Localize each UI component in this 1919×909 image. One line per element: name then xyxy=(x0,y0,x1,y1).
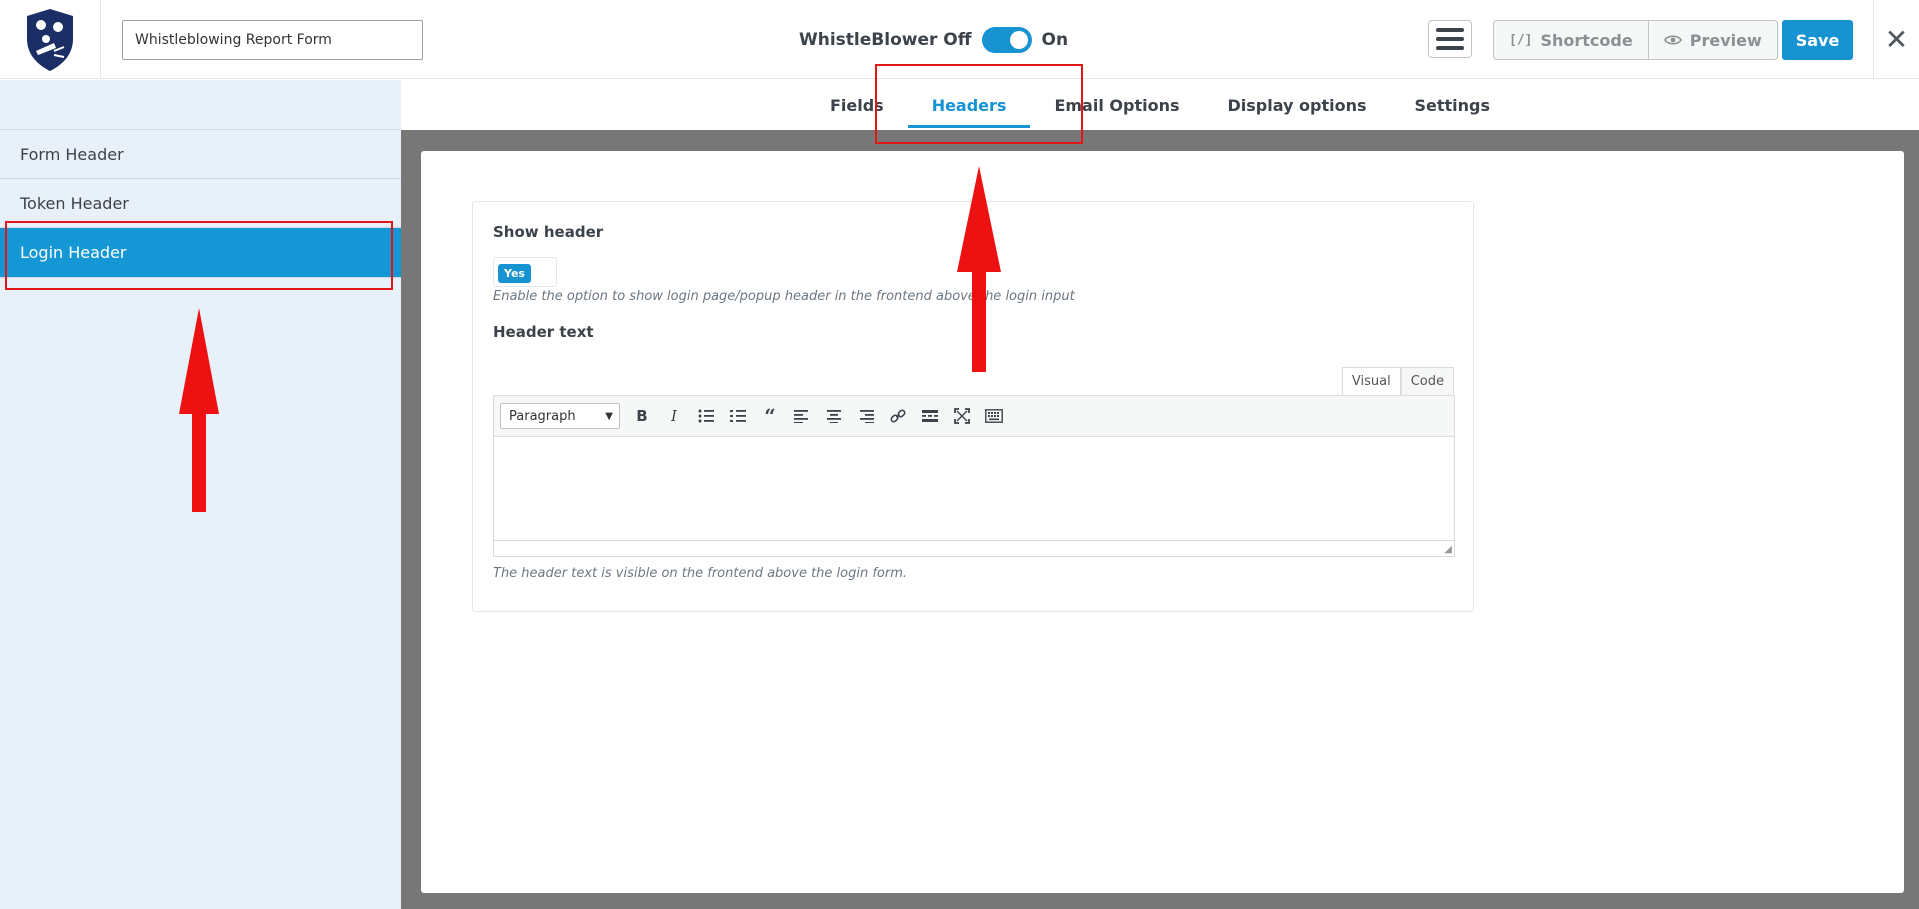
show-header-label: Show header xyxy=(493,223,604,241)
sidebar-spacer xyxy=(0,80,401,130)
bold-icon[interactable]: B xyxy=(626,401,658,431)
editor-statusbar xyxy=(494,540,1454,556)
align-left-icon[interactable] xyxy=(786,401,818,431)
shortcode-label: Shortcode xyxy=(1540,30,1633,50)
menu-icon-bar xyxy=(1436,28,1464,32)
format-select-value: Paragraph xyxy=(509,408,576,424)
eye-icon xyxy=(1663,35,1682,45)
header-text-label: Header text xyxy=(493,323,594,341)
toggle-on-label: On xyxy=(1041,30,1069,50)
toggle-knob xyxy=(1009,31,1028,49)
resize-handle-icon[interactable]: ◢ xyxy=(1444,544,1452,555)
align-center-icon[interactable] xyxy=(818,401,850,431)
highlight-box-login-header xyxy=(5,221,393,290)
header-text-hint: The header text is visible on the fronte… xyxy=(493,566,908,581)
highlight-box-headers-tab xyxy=(875,64,1083,144)
bullet-list-icon[interactable] xyxy=(690,401,722,431)
shortcode-icon: [/] xyxy=(1509,32,1533,48)
sidebar-item-form-header[interactable]: Form Header xyxy=(0,130,401,179)
whistleblower-toggle[interactable] xyxy=(981,27,1032,53)
shortcode-preview-group: [/] Shortcode Preview xyxy=(1493,20,1778,60)
red-arrow-icon xyxy=(179,308,219,512)
menu-icon-bar xyxy=(1436,37,1464,41)
tab-settings[interactable]: Settings xyxy=(1391,80,1515,130)
save-button[interactable]: Save xyxy=(1782,20,1853,60)
editor-mode-tabs: Visual Code xyxy=(1341,367,1454,395)
toggle-off-label: WhistleBlower Off xyxy=(799,30,972,50)
show-header-toggle[interactable]: Yes xyxy=(493,257,557,287)
whistleblower-toggle-group: WhistleBlower Off On xyxy=(799,25,1068,55)
italic-icon[interactable]: I xyxy=(658,401,690,431)
sidebar-item-label: Form Header xyxy=(20,144,124,164)
align-right-icon[interactable] xyxy=(850,401,882,431)
editor-tab-visual[interactable]: Visual xyxy=(1341,367,1401,395)
numbered-list-icon[interactable] xyxy=(722,401,754,431)
fullscreen-icon[interactable] xyxy=(946,401,978,431)
preview-button[interactable]: Preview xyxy=(1647,21,1777,59)
menu-icon-bar xyxy=(1436,46,1464,50)
editor-toolbar: Paragraph ▼ B I “ xyxy=(493,395,1455,437)
close-icon: ✕ xyxy=(1884,23,1909,56)
settings-tabs: Fields Headers Email Options Display opt… xyxy=(401,80,1919,130)
link-icon[interactable] xyxy=(882,401,914,431)
editor-tab-code[interactable]: Code xyxy=(1400,367,1454,395)
chevron-down-icon: ▼ xyxy=(605,410,613,422)
tab-display-options[interactable]: Display options xyxy=(1203,80,1390,130)
sidebar-item-label: Token Header xyxy=(20,193,129,213)
keyboard-icon[interactable] xyxy=(978,401,1010,431)
shield-logo-icon xyxy=(27,8,73,71)
close-button[interactable]: ✕ xyxy=(1873,0,1919,79)
logo xyxy=(0,0,101,79)
preview-label: Preview xyxy=(1689,30,1762,50)
toggle-yes-label: Yes xyxy=(498,264,531,283)
format-select[interactable]: Paragraph ▼ xyxy=(500,403,620,429)
blockquote-icon[interactable]: “ xyxy=(754,401,786,431)
form-name-input[interactable] xyxy=(122,20,423,60)
menu-button[interactable] xyxy=(1428,20,1472,58)
read-more-icon[interactable] xyxy=(914,401,946,431)
header-text-editor[interactable]: ◢ xyxy=(493,437,1455,557)
red-arrow-icon xyxy=(957,166,1001,372)
shortcode-button[interactable]: [/] Shortcode xyxy=(1494,21,1648,59)
